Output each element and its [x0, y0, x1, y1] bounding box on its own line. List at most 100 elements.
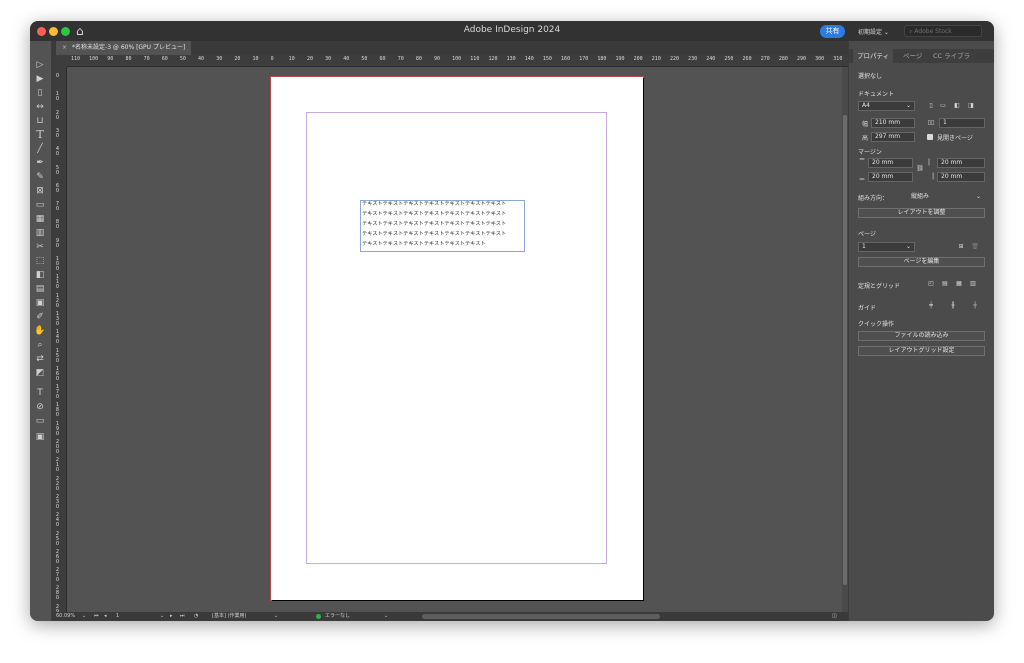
eyedropper-tool-icon[interactable]: ✐	[33, 311, 47, 323]
next-page-icon[interactable]: ▸	[170, 612, 173, 621]
ruler-tick-label: 10	[252, 56, 259, 62]
margin-outside-field[interactable]: 20 mm	[937, 172, 985, 182]
preflight-status[interactable]: エラーなし	[325, 612, 350, 621]
horizontal-ruler[interactable]: 110 100 90 80 70 60 50 40 30 20 10 0 10 20 30 40 50 60 70 8…	[67, 55, 848, 67]
style-dropdown-icon[interactable]: ⌄	[274, 612, 278, 621]
tools-panel: ▷ ▶ ▯ ↔ ⊔ T ╱ ✒ ✎ ⊠ ▭ ▦ ▥ ✂ ⬚ ◧ ▤ ▣ ✐ ✋ …	[30, 41, 52, 621]
margin-inside-field[interactable]: 20 mm	[937, 158, 985, 168]
width-field[interactable]: 210 mm	[871, 118, 915, 128]
type-tool-icon[interactable]: T	[33, 129, 47, 141]
ruler-tick-label: 210	[55, 457, 60, 474]
pencil-tool-icon[interactable]: ✎	[33, 171, 47, 183]
text-line: テキストテキストテキストテキストテキストテキスト	[362, 241, 486, 247]
pen-tool-icon[interactable]: ✒	[33, 157, 47, 169]
share-button[interactable]: 共有	[820, 25, 845, 38]
edit-page-button[interactable]: ページを編集	[858, 257, 985, 267]
color-theme-tool-icon[interactable]: ▣	[33, 297, 47, 309]
ruler-tick-label: 20	[55, 109, 60, 121]
ruler-tick-label: 270	[55, 567, 60, 584]
margin-inside-icon: ▏	[928, 159, 934, 166]
layout-grid-settings-button[interactable]: レイアウトグリッド設定	[858, 346, 985, 356]
page-number-field[interactable]: 1	[116, 612, 119, 621]
adjust-layout-button[interactable]: レイアウトを調整	[858, 208, 985, 218]
ruler-origin[interactable]	[52, 55, 67, 66]
new-page-icon[interactable]: ⊞	[957, 243, 965, 251]
margin-bottom-field[interactable]: 20 mm	[868, 172, 913, 182]
portrait-orientation-icon[interactable]: ▯	[927, 102, 935, 110]
scissors-tool-icon[interactable]: ✂	[33, 241, 47, 253]
link-margins-icon[interactable]: ⛓	[916, 165, 924, 173]
previous-page-icon[interactable]: ◂	[104, 612, 107, 621]
ruler-tick-label: 10	[55, 91, 60, 103]
page-select[interactable]: 1 ⌄	[858, 242, 915, 252]
landscape-orientation-icon[interactable]: ▭	[939, 102, 947, 110]
page-size-select[interactable]: A4 ⌄	[858, 101, 915, 111]
ruler-tick-label: 100	[89, 56, 99, 62]
gap-tool-icon[interactable]: ↔	[33, 101, 47, 113]
fill-stroke-swatch-icon[interactable]: ◩	[33, 367, 47, 383]
pages-count-field[interactable]: 1	[939, 118, 985, 128]
direction-select[interactable]: 縦組み ⌄	[907, 192, 985, 202]
frame-grid-tool-icon[interactable]: ▥	[33, 227, 47, 239]
document-page[interactable]: テキストテキストテキストテキストテキストテキストテキスト テキストテキストテキスト…	[271, 77, 643, 600]
vertical-ruler[interactable]: 0 10 20 30 40 50 60 70 80 90 100 110120130 140150160…	[52, 66, 67, 612]
page-tool-icon[interactable]: ▯	[33, 87, 47, 99]
ruler-icon[interactable]: ◰	[927, 280, 935, 288]
vertical-scroll-thumb[interactable]	[843, 115, 847, 585]
horizontal-scroll-thumb[interactable]	[422, 614, 660, 619]
ruler-tick-label: 200	[55, 439, 60, 455]
note-tool-icon[interactable]: ▤	[33, 283, 47, 295]
show-guides-icon[interactable]: ╪	[927, 302, 935, 310]
zoom-level[interactable]: 60.09%	[56, 612, 75, 621]
content-collector-icon[interactable]: ⊔	[33, 115, 47, 127]
guides-title: ガイド	[858, 305, 877, 312]
tab-properties[interactable]: プロパティ	[853, 49, 894, 63]
page-dropdown-icon[interactable]: ⌄	[160, 612, 164, 621]
zoom-tool-icon[interactable]: ⌕	[33, 339, 47, 351]
close-tab-icon[interactable]: ×	[62, 44, 67, 51]
pasteboard[interactable]: テキストテキストテキストテキストテキストテキストテキスト テキストテキストテキスト…	[67, 67, 848, 612]
rectangle-tool-icon[interactable]: ▭	[33, 199, 47, 211]
preflight-dropdown-icon[interactable]: ⌄	[384, 612, 388, 621]
document-tab[interactable]: × *名称未設定-3 @ 60% [GPU プレビュー]	[56, 41, 192, 55]
table-tool-icon[interactable]: ▦	[33, 213, 47, 225]
open-page-icon[interactable]: ◔	[194, 612, 198, 621]
ruler-tick-label: 210	[651, 56, 661, 62]
view-mode-icon[interactable]: ▭	[33, 415, 47, 427]
facing-pages-checkbox[interactable]	[927, 134, 933, 140]
tab-pages[interactable]: ページ	[903, 49, 922, 63]
height-field[interactable]: 297 mm	[871, 132, 915, 142]
panel-toggle-icon[interactable]: ◫	[832, 612, 837, 621]
direct-selection-tool-icon[interactable]: ▶	[33, 73, 47, 85]
delete-page-icon[interactable]: 🗑	[971, 243, 979, 251]
adobe-stock-search[interactable]: ⌕ Adobe Stock	[904, 25, 982, 37]
gradient-tool-icon[interactable]: ◧	[33, 269, 47, 281]
margin-top-field[interactable]: 20 mm	[868, 158, 913, 168]
screen-mode-icon[interactable]: ▣	[33, 431, 47, 443]
line-tool-icon[interactable]: ╱	[33, 143, 47, 155]
baseline-grid-icon[interactable]: ▤	[941, 280, 949, 288]
zoom-dropdown-icon[interactable]: ⌄	[82, 612, 86, 621]
binding-left-icon[interactable]: ◧	[953, 102, 961, 110]
workspace-preset-menu[interactable]: 初期設定 ⌄	[858, 27, 889, 36]
smart-guides-icon[interactable]: ┼	[971, 302, 979, 310]
apply-none-icon[interactable]: ⊘	[33, 401, 47, 413]
text-frame[interactable]: テキストテキストテキストテキストテキストテキストテキスト テキストテキストテキスト…	[360, 200, 525, 252]
lock-guides-icon[interactable]: ╫	[949, 302, 957, 310]
master-style-label[interactable]: [基本] (作業用)	[212, 612, 246, 621]
first-page-icon[interactable]: ⏮	[94, 612, 99, 621]
free-transform-tool-icon[interactable]: ⬚	[33, 255, 47, 267]
swap-colors-icon[interactable]: ⇄	[33, 353, 47, 365]
import-file-button[interactable]: ファイルの読み込み	[858, 331, 985, 341]
ruler-tick-label: 170	[579, 56, 589, 62]
formatting-affects-icon[interactable]: T	[33, 387, 47, 399]
document-grid-icon[interactable]: ▦	[955, 280, 963, 288]
last-page-icon[interactable]: ⏭	[180, 612, 185, 621]
binding-right-icon[interactable]: ◨	[967, 102, 975, 110]
ruler-tick-label: 290	[797, 56, 807, 62]
tab-cc-libraries[interactable]: CC ライブラ	[933, 49, 970, 63]
selection-tool-icon[interactable]: ▷	[33, 59, 47, 71]
hand-tool-icon[interactable]: ✋	[33, 325, 47, 337]
layout-grid-icon[interactable]: ▥	[969, 280, 977, 288]
rectangle-frame-tool-icon[interactable]: ⊠	[33, 185, 47, 197]
